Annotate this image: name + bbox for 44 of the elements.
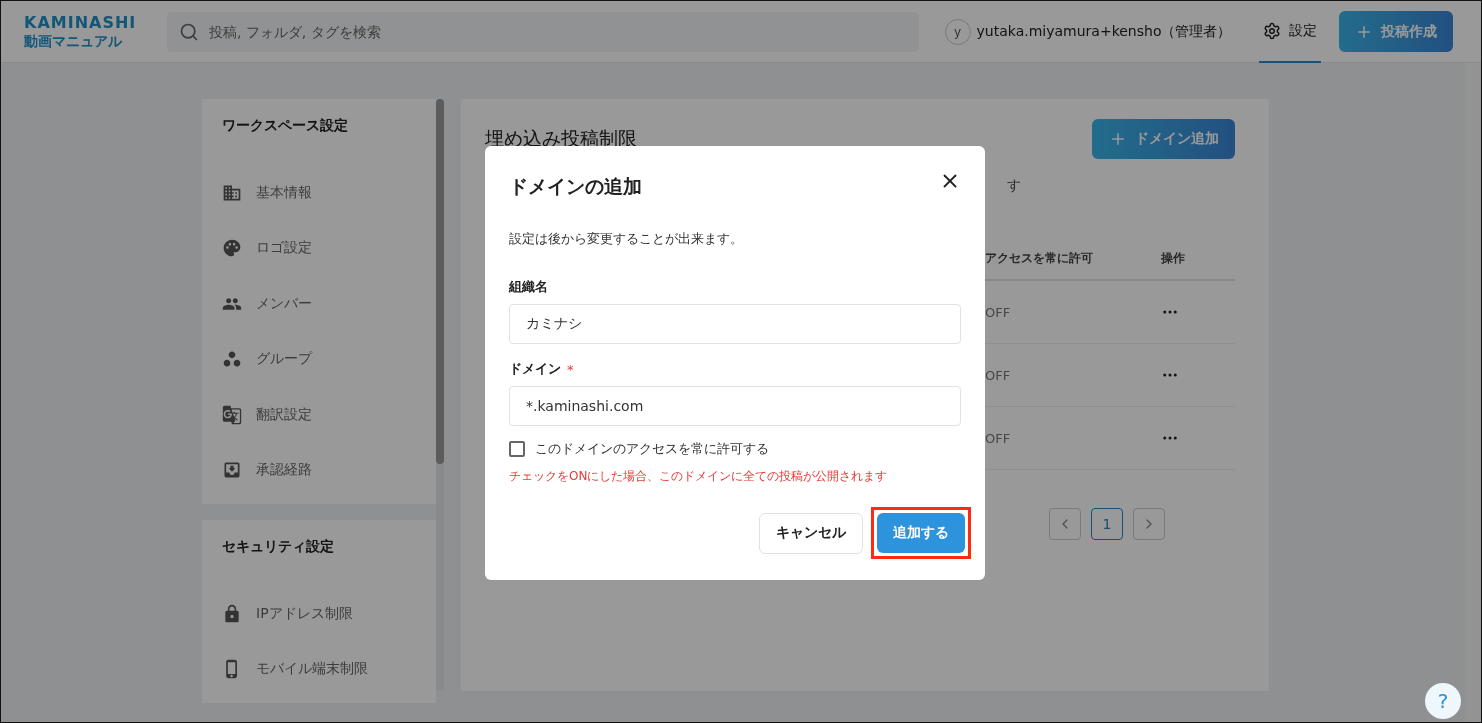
field-label: ドメイン <box>509 360 561 378</box>
logo-wordmark: KAMINASHI <box>24 13 138 32</box>
help-button[interactable]: ? <box>1425 683 1461 719</box>
scrollbar-thumb[interactable] <box>436 99 444 464</box>
add-domain-button[interactable]: ドメイン追加 <box>1092 119 1235 159</box>
field-label: 組織名 <box>509 278 548 296</box>
input-field[interactable]: カミナシ <box>509 304 961 344</box>
sidebar-item[interactable]: 基本情報 <box>222 165 436 221</box>
dialog-title: ドメインの追加 <box>509 174 642 199</box>
sidebar-item[interactable]: IPアドレス制限 <box>222 586 436 642</box>
create-post-button[interactable]: 投稿作成 <box>1339 11 1453 52</box>
table-cell-text: OFF <box>985 304 1012 320</box>
settings-tab[interactable]: 設定 <box>1259 1 1322 63</box>
tab-label: 設定 <box>1289 21 1318 40</box>
search-field[interactable]: 投稿, フォルダ, タグを検索 <box>166 11 919 52</box>
logo-subtitle: 動画マニュアル <box>24 31 123 50</box>
section-title: セキュリティ設定 <box>222 538 335 556</box>
description-text: す <box>1007 177 1021 193</box>
column-header: 操作 <box>1161 249 1186 267</box>
required-mark: * <box>567 361 574 377</box>
warning-text: チェックをONにした場合、このドメインに全ての投稿が公開されます <box>509 468 889 485</box>
user-name: yutaka.miyamura+kensho（管理者） <box>976 22 1232 41</box>
checkbox-label: このドメインのアクセスを常に許可する <box>535 440 769 458</box>
sidebar-item[interactable]: メンバー <box>222 276 436 332</box>
settings-icon <box>1263 21 1282 40</box>
page-button[interactable]: 1 <box>1091 508 1123 540</box>
add-button[interactable]: 追加する <box>877 513 965 553</box>
table-cell-text: OFF <box>985 367 1012 383</box>
sidebar-item[interactable]: モバイル端末制限 <box>222 641 436 697</box>
sidebar-item[interactable]: 翻訳設定 <box>222 387 436 443</box>
cancel-button[interactable]: キャンセル <box>759 512 863 554</box>
sidebar-item[interactable]: 承認経路 <box>222 442 436 498</box>
input-field[interactable]: *.kaminashi.com <box>509 386 961 426</box>
palette-icon <box>222 238 242 259</box>
column-header: アクセスを常に許可 <box>985 249 1094 267</box>
checkbox[interactable] <box>509 441 525 457</box>
sidebar-item[interactable]: グループ <box>222 331 436 387</box>
translate-icon <box>222 404 242 425</box>
section-title: ワークスペース設定 <box>222 117 349 135</box>
dialog-note: 設定は後から変更することが出来ます。 <box>509 230 744 248</box>
inbox-icon <box>222 460 242 481</box>
table-cell-text: OFF <box>985 430 1012 446</box>
lock-icon <box>222 603 242 624</box>
sidebar-item[interactable]: ロゴ設定 <box>222 220 436 276</box>
